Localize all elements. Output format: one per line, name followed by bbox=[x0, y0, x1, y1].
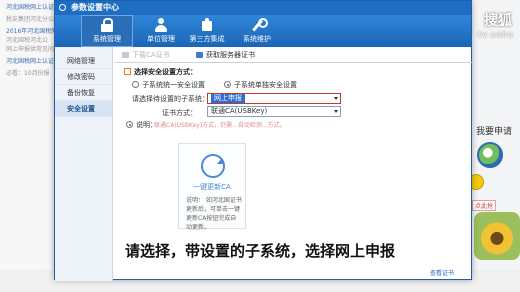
dialog-title: 参数设置中心 bbox=[71, 3, 119, 12]
sohu-logo: 搜狐 bbox=[484, 13, 512, 29]
news-line[interactable]: 网上申报供常见问 bbox=[6, 44, 60, 53]
radio-button[interactable] bbox=[126, 121, 133, 128]
refresh-icon[interactable] bbox=[201, 154, 225, 178]
gear-icon bbox=[59, 4, 66, 11]
one-click-update-button[interactable]: 一键更新CA bbox=[179, 182, 245, 192]
cert-mode-select[interactable]: 联通CA(USBKey) bbox=[207, 106, 341, 117]
puzzle-icon bbox=[200, 18, 214, 32]
cert-mode-selected-value: 联通CA(USBKey) bbox=[211, 107, 268, 115]
medal-icon bbox=[477, 142, 503, 168]
lock-icon bbox=[100, 18, 114, 32]
tab-third-party[interactable]: 第三方集成 bbox=[181, 15, 233, 47]
radio-label: 子系统统一安全设置 bbox=[142, 81, 205, 89]
tab-label: 单位管理 bbox=[147, 35, 175, 43]
click-here-button[interactable]: 点此抢 bbox=[472, 200, 497, 211]
news-line[interactable]: 2016年河北国税网 bbox=[6, 26, 60, 35]
section-title: 选择安全设置方式： bbox=[124, 67, 197, 77]
sidebar-item-password[interactable]: 修改密码 bbox=[55, 69, 112, 85]
tab-label: 第三方集成 bbox=[189, 35, 225, 43]
subsystem-select[interactable]: 网上申报 bbox=[207, 93, 341, 104]
divider bbox=[114, 62, 472, 63]
news-line[interactable]: 河北国税网上认证 bbox=[6, 2, 60, 11]
radio-button[interactable] bbox=[224, 81, 231, 88]
tab-label: 获取服务器证书 bbox=[206, 51, 255, 59]
apply-link[interactable]: 我要申请 bbox=[476, 124, 512, 137]
dialog-titlebar[interactable]: 参数设置中心 bbox=[55, 1, 471, 15]
news-line[interactable]: 必看：10月份报 bbox=[6, 68, 60, 77]
sidebar-item-network[interactable]: 网络管理 bbox=[55, 53, 112, 69]
sidebar-item-backup[interactable]: 备份恢复 bbox=[55, 85, 112, 101]
news-line[interactable]: 税友集团河北分公 bbox=[6, 14, 60, 23]
chevron-down-icon[interactable] bbox=[334, 110, 338, 113]
tab-system-maintenance[interactable]: 系统维护 bbox=[231, 15, 283, 47]
video-subtitle: 请选择，带设置的子系统，选择网上申报 bbox=[124, 242, 395, 260]
tab-label: 下载CA证书 bbox=[132, 51, 170, 59]
section-title-text: 选择安全设置方式： bbox=[134, 68, 197, 76]
tab-unit-management[interactable]: 单位管理 bbox=[135, 15, 187, 47]
cert-mode-label: 证书方式： bbox=[162, 109, 197, 117]
tab-label: 系统维护 bbox=[243, 35, 271, 43]
subsystem-label: 请选择待设置的子系统： bbox=[132, 95, 209, 103]
sohu-url: tv.sohu bbox=[478, 30, 514, 39]
download-ca-cert-button[interactable]: 下载CA证书 bbox=[122, 49, 192, 61]
update-description: 说明： 如河北国证书更新后，可单击一键更新CA按钮完成自动更新。 bbox=[186, 197, 242, 231]
tab-system-management[interactable]: 系统管理 bbox=[81, 15, 133, 47]
get-server-cert-button[interactable]: 获取服务器证书 bbox=[196, 49, 286, 61]
news-line[interactable]: 河北国税河北公 bbox=[6, 35, 60, 44]
people-icon bbox=[154, 18, 168, 32]
certificate-icon bbox=[196, 52, 203, 58]
dialog-toolbar: 系统管理 单位管理 第三方集成 系统维护 bbox=[55, 15, 471, 47]
section-marker-icon bbox=[124, 68, 131, 75]
download-icon bbox=[122, 52, 129, 58]
subsystem-selected-value: 网上申报 bbox=[211, 94, 245, 103]
description-text: 联通CA(USBKey)方式，仍需...自动检测...方式。 bbox=[154, 122, 286, 129]
news-line[interactable]: 河北国税网上认证 bbox=[6, 56, 60, 65]
settings-dialog: 参数设置中心 系统管理 单位管理 第三方集成 系统维护 网络管理 修改密码 备份… bbox=[54, 0, 472, 281]
chevron-down-icon[interactable] bbox=[334, 97, 338, 100]
one-click-update-card[interactable]: 一键更新CA 说明： 如河北国证书更新后，可单击一键更新CA按钮完成自动更新。 bbox=[178, 143, 246, 231]
tab-label: 系统管理 bbox=[93, 35, 121, 43]
sidebar-item-security[interactable]: 安全设置 bbox=[55, 101, 112, 117]
radio-label: 子系统单独安全设置 bbox=[234, 81, 297, 89]
radio-separate-security[interactable]: 子系统单独安全设置 bbox=[224, 80, 297, 90]
wrench-icon bbox=[250, 18, 268, 32]
radio-unified-security[interactable]: 子系统统一安全设置 bbox=[132, 80, 205, 90]
radio-button[interactable] bbox=[132, 81, 139, 88]
view-certificate-link[interactable]: 查看证书 bbox=[430, 268, 454, 277]
